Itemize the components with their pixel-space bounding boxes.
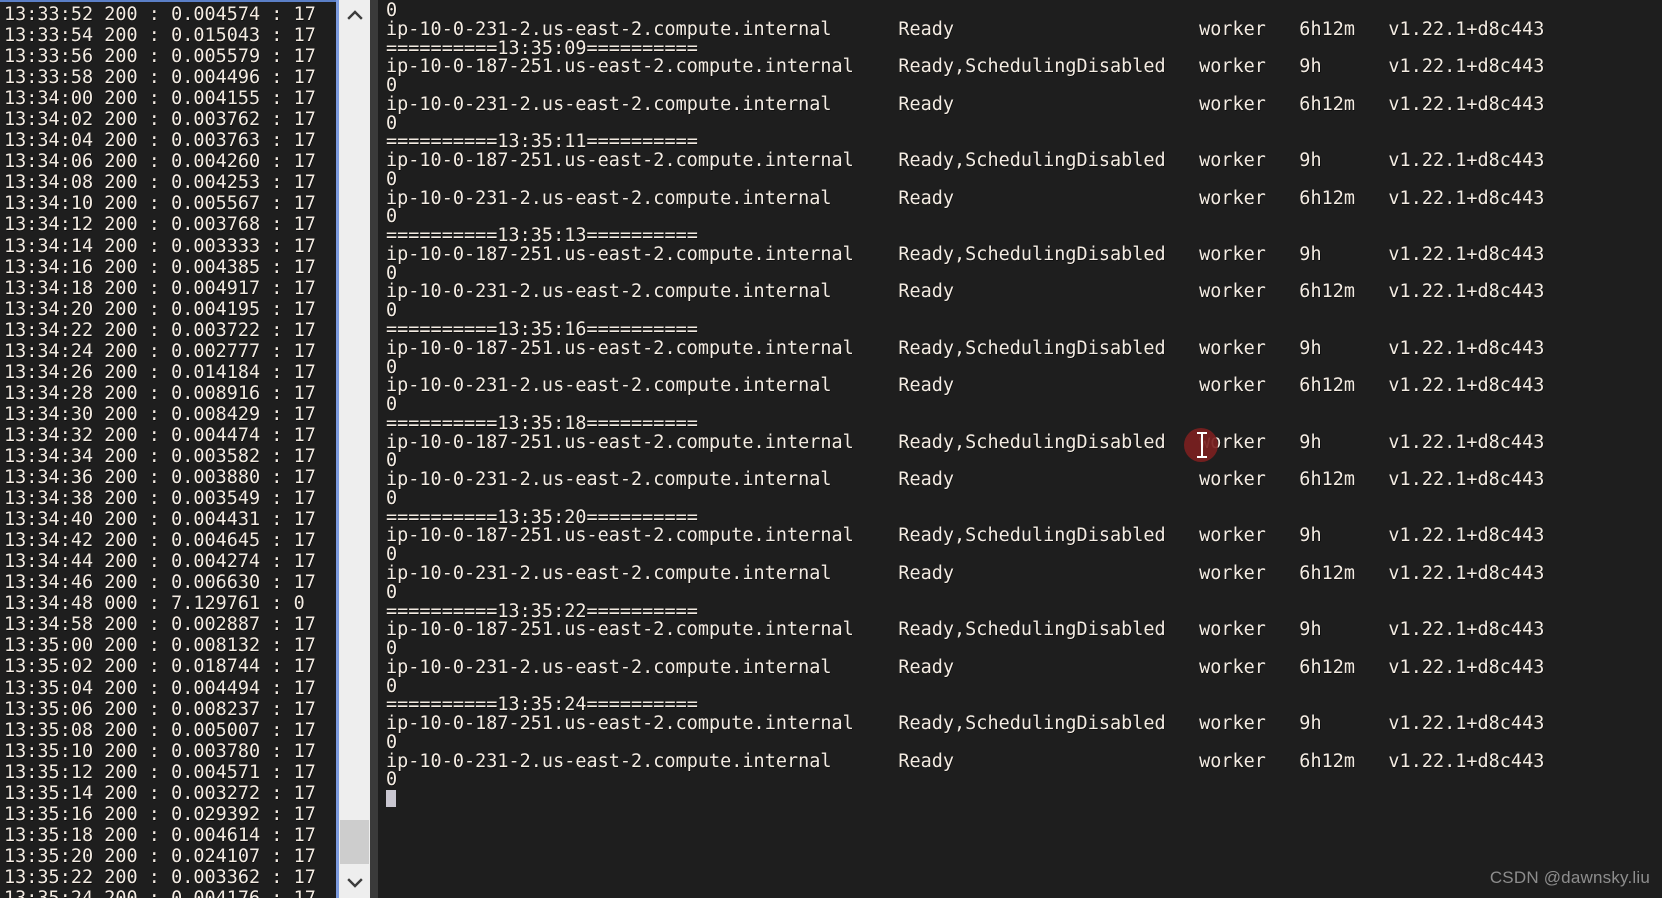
terminal-line: 13:35:16 200 : 0.029392 : 17 [4,803,316,825]
terminal-window: 13:33:52 200 : 0.004574 : 17 13:33:54 200… [0,0,1662,898]
terminal-line: 13:34:40 200 : 0.004431 : 17 [4,509,316,531]
terminal-line: ip-10-0-231-2.us-east-2.compute.internal… [386,18,1545,40]
terminal-line: 0 [386,581,398,603]
terminal-line: ip-10-0-187-251.us-east-2.compute.intern… [386,150,1545,172]
terminal-line: 13:34:08 200 : 0.004253 : 17 [4,172,316,194]
left-terminal-pane[interactable]: 13:33:52 200 : 0.004574 : 17 13:33:54 200… [0,0,338,898]
watermark-label: CSDN @dawnsky.liu [1489,868,1650,887]
terminal-line: ip-10-0-187-251.us-east-2.compute.intern… [386,337,1545,359]
terminal-line: 13:35:10 200 : 0.003780 : 17 [4,740,316,762]
chevron-up-icon [346,10,363,20]
terminal-line: ip-10-0-231-2.us-east-2.compute.internal… [386,469,1545,491]
terminal-line: 13:34:10 200 : 0.005567 : 17 [4,193,316,215]
terminal-line: 13:34:18 200 : 0.004917 : 17 [4,277,316,299]
terminal-line: ip-10-0-231-2.us-east-2.compute.internal… [386,93,1545,115]
terminal-line: ip-10-0-231-2.us-east-2.compute.internal… [386,281,1545,303]
terminal-line: 13:34:12 200 : 0.003768 : 17 [4,214,316,236]
terminal-line: 13:34:22 200 : 0.003722 : 17 [4,319,316,341]
terminal-line: 13:34:32 200 : 0.004474 : 17 [4,424,316,446]
chevron-down-icon [346,878,363,888]
terminal-line: 13:34:58 200 : 0.002887 : 17 [4,614,316,636]
terminal-line: 13:34:48 000 : 7.129761 : 0 [4,593,305,615]
terminal-line: 13:34:16 200 : 0.004385 : 17 [4,256,316,278]
terminal-cursor [386,790,1662,809]
terminal-line: 13:35:00 200 : 0.008132 : 17 [4,635,316,657]
terminal-line: 13:35:14 200 : 0.003272 : 17 [4,782,316,804]
terminal-line: 13:35:22 200 : 0.003362 : 17 [4,866,316,888]
terminal-line: ip-10-0-187-251.us-east-2.compute.intern… [386,525,1545,547]
terminal-line: 13:34:38 200 : 0.003549 : 17 [4,488,316,510]
terminal-line: ip-10-0-187-251.us-east-2.compute.intern… [386,619,1545,641]
terminal-line: 13:35:02 200 : 0.018744 : 17 [4,656,316,678]
terminal-line: 13:35:20 200 : 0.024107 : 17 [4,845,316,867]
terminal-line: ip-10-0-187-251.us-east-2.compute.intern… [386,243,1545,265]
terminal-line: 13:35:12 200 : 0.004571 : 17 [4,761,316,783]
terminal-line: 13:33:56 200 : 0.005579 : 17 [4,46,316,68]
terminal-line: ip-10-0-187-251.us-east-2.compute.intern… [386,431,1545,453]
terminal-line: 13:33:52 200 : 0.004574 : 17 [4,4,316,25]
terminal-line: 13:34:44 200 : 0.004274 : 17 [4,551,316,573]
terminal-line: ip-10-0-231-2.us-east-2.compute.internal… [386,375,1545,397]
terminal-line: 13:34:14 200 : 0.003333 : 17 [4,235,316,257]
terminal-line: 13:34:30 200 : 0.008429 : 17 [4,403,316,425]
terminal-line: 0 [386,168,398,190]
terminal-line: 0 [386,75,398,97]
left-terminal-output: 13:33:52 200 : 0.004574 : 17 13:33:54 200… [0,2,338,898]
terminal-line: 13:34:02 200 : 0.003762 : 17 [4,109,316,131]
terminal-line: 0 [386,0,398,21]
terminal-line: 0 [386,769,398,791]
terminal-line: ip-10-0-187-251.us-east-2.compute.intern… [386,56,1545,78]
terminal-line: 0 [386,731,398,753]
right-terminal-pane[interactable]: 0 ip-10-0-231-2.us-east-2.compute.interna… [378,0,1662,898]
terminal-line: 13:35:04 200 : 0.004494 : 17 [4,677,316,699]
terminal-line: 0 [386,487,398,509]
terminal-line: ==========13:35:18========== [386,412,698,434]
terminal-line: 13:35:18 200 : 0.004614 : 17 [4,824,316,846]
terminal-line: 13:34:36 200 : 0.003880 : 17 [4,467,316,489]
terminal-line: 13:34:24 200 : 0.002777 : 17 [4,340,316,362]
terminal-line: ip-10-0-231-2.us-east-2.compute.internal… [386,562,1545,584]
scrollbar-up-arrow-button[interactable] [339,0,370,30]
scrollbar-focus-edge [336,0,339,898]
left-pane-scrollbar[interactable] [336,0,370,898]
terminal-line: 13:34:20 200 : 0.004195 : 17 [4,298,316,320]
terminal-line: 13:33:58 200 : 0.004496 : 17 [4,67,316,89]
terminal-line: 13:35:08 200 : 0.005007 : 17 [4,719,316,741]
cursor-block-icon [386,790,396,808]
terminal-line: 13:33:54 200 : 0.015043 : 17 [4,25,316,47]
terminal-line: 13:34:04 200 : 0.003763 : 17 [4,130,316,152]
terminal-line: 13:35:06 200 : 0.008237 : 17 [4,698,316,720]
terminal-line: 13:34:06 200 : 0.004260 : 17 [4,151,316,173]
terminal-line: 13:35:24 200 : 0.004176 : 17 [4,888,338,898]
terminal-line: ==========13:35:16========== [386,319,698,341]
pane-divider[interactable] [370,0,378,898]
terminal-line: ip-10-0-231-2.us-east-2.compute.internal… [386,656,1545,678]
right-terminal-output: 0 ip-10-0-231-2.us-east-2.compute.interna… [378,0,1662,809]
terminal-line: 0 [386,638,398,660]
terminal-line: 13:34:00 200 : 0.004155 : 17 [4,88,316,110]
terminal-line: ip-10-0-231-2.us-east-2.compute.internal… [386,187,1545,209]
terminal-line: ip-10-0-187-251.us-east-2.compute.intern… [386,713,1545,735]
terminal-line: 13:34:26 200 : 0.014184 : 17 [4,361,316,383]
scrollbar-thumb[interactable] [340,820,369,864]
terminal-line: 13:34:28 200 : 0.008916 : 17 [4,382,316,404]
scrollbar-down-arrow-button[interactable] [339,868,370,898]
terminal-line: ip-10-0-231-2.us-east-2.compute.internal… [386,750,1545,772]
terminal-line: 13:34:46 200 : 0.006630 : 17 [4,572,316,594]
terminal-line: 13:34:42 200 : 0.004645 : 17 [4,530,316,552]
terminal-line: 13:34:34 200 : 0.003582 : 17 [4,445,316,467]
